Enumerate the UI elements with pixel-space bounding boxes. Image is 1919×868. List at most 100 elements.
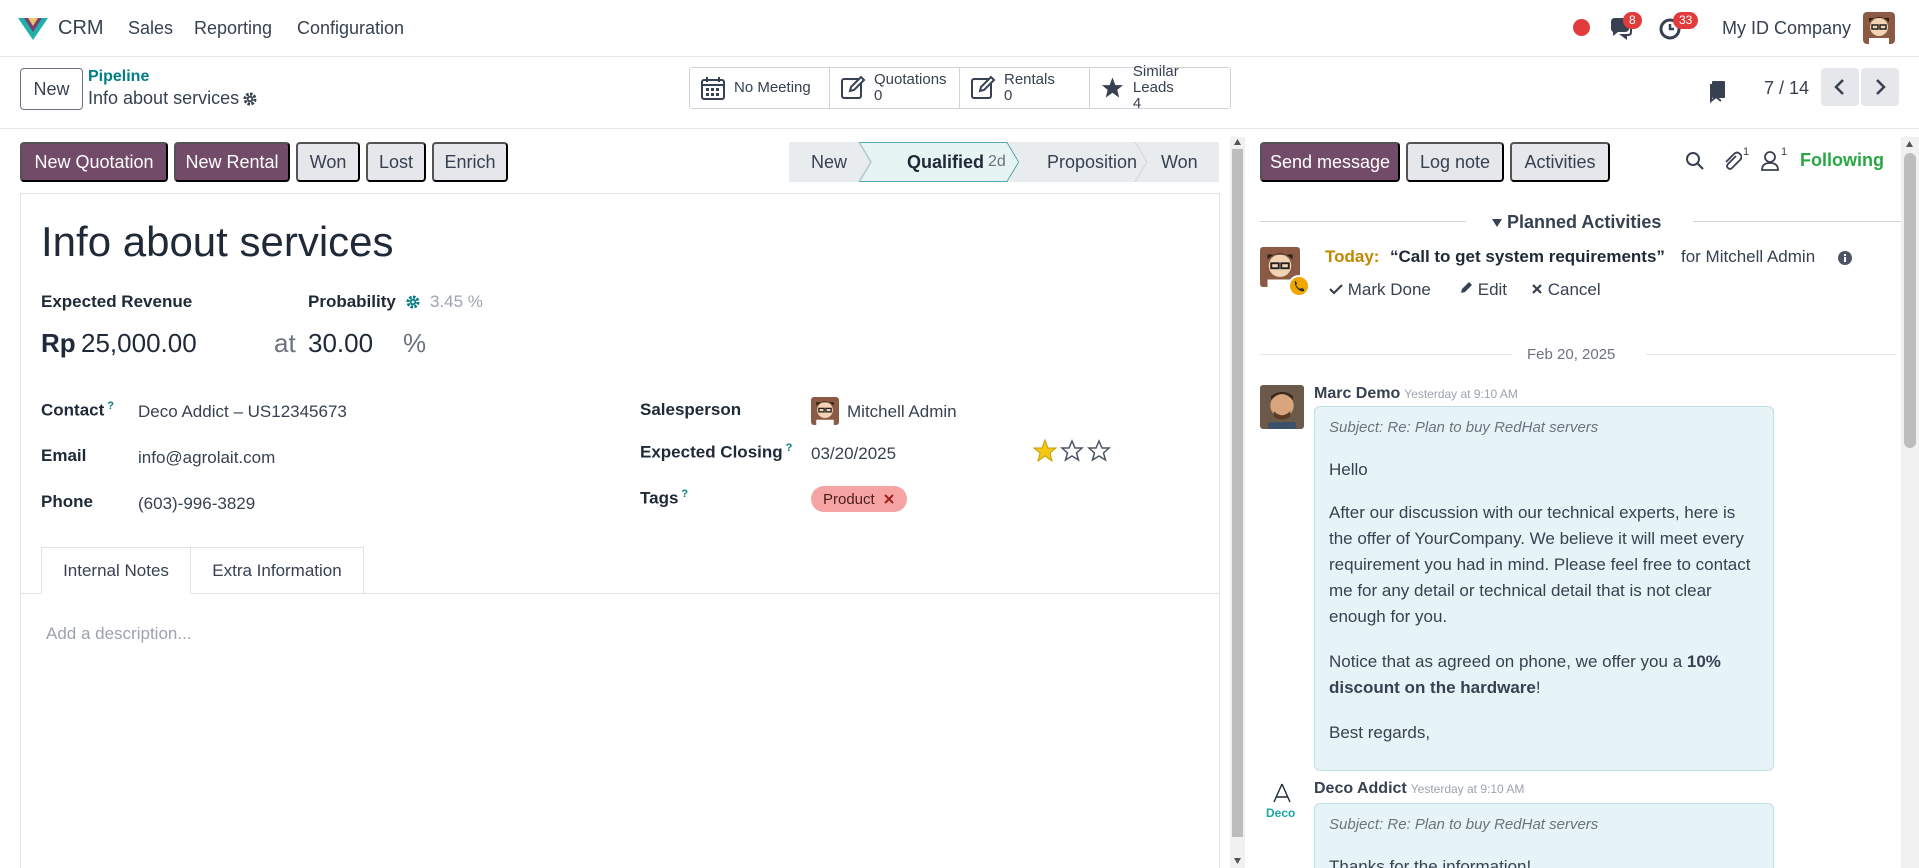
message-bubble: Subject: Re: Plan to buy RedHat servers … (1314, 406, 1774, 771)
quotations-label: Quotations (874, 71, 947, 88)
mark-done-button[interactable]: Mark Done (1329, 280, 1431, 300)
salesperson-field[interactable]: Mitchell Admin (847, 402, 957, 422)
crm-logo-icon[interactable] (16, 14, 50, 42)
email-label: Email (41, 446, 87, 465)
no-meeting-label: No Meeting (734, 79, 811, 96)
new-quotation-button[interactable]: New Quotation (20, 142, 168, 182)
lead-name-field[interactable]: Info about services (41, 218, 394, 266)
menu-configuration[interactable]: Configuration (297, 18, 404, 39)
quotations-count: 0 (874, 87, 883, 104)
rentals-button[interactable]: Rentals 0 (960, 68, 1090, 108)
description-editor[interactable]: Add a description... (46, 624, 192, 644)
info-icon[interactable] (1837, 250, 1853, 266)
stage-won[interactable]: Won (1161, 142, 1198, 182)
expected-revenue-label: Expected Revenue (41, 292, 193, 311)
email-field[interactable]: info@agrolait.com (138, 448, 275, 468)
new-record-button[interactable]: New (20, 68, 83, 110)
message-time: Yesterday at 9:10 AM (1410, 782, 1525, 796)
chatter-scrollbar[interactable] (1901, 137, 1919, 868)
help-icon[interactable]: ? (681, 488, 688, 500)
message-author[interactable]: Deco Addict Yesterday at 9:10 AM (1314, 780, 1524, 798)
probability-field[interactable]: 30.00 (308, 328, 373, 359)
marc-demo-avatar[interactable] (1260, 385, 1304, 429)
scroll-up-icon[interactable] (1905, 140, 1914, 148)
user-avatar[interactable] (1863, 12, 1895, 44)
app-name[interactable]: CRM (58, 17, 104, 40)
followers-icon[interactable] (1760, 150, 1780, 172)
quotations-button[interactable]: Quotations 0 (830, 68, 960, 108)
following-button[interactable]: Following (1800, 150, 1884, 171)
activities-button[interactable]: Activities (1510, 142, 1610, 182)
message-text: Best regards, (1329, 723, 1431, 742)
date-separator: Feb 20, 2025 (1527, 346, 1616, 363)
bookmark-icon[interactable] (1708, 79, 1728, 103)
activity-summary: “Call to get system requirements” (1390, 247, 1665, 266)
stage-qualified[interactable]: Qualified (907, 142, 984, 182)
divider (1260, 354, 1512, 355)
menu-reporting[interactable]: Reporting (194, 18, 272, 39)
chevron-right-icon (1876, 79, 1886, 95)
salesperson-avatar (811, 397, 839, 425)
top-navbar: CRM Sales Reporting Configuration 8 33 M… (0, 0, 1919, 57)
planned-activities-title[interactable]: Planned Activities (1507, 212, 1661, 233)
help-icon[interactable]: ? (107, 400, 114, 412)
messages-badge: 8 (1623, 12, 1642, 29)
activity-due: Today: (1325, 247, 1380, 266)
contact-field[interactable]: Deco Addict – US12345673 (138, 402, 347, 422)
pager-value[interactable]: 7 / 14 (1764, 78, 1809, 99)
won-button[interactable]: Won (296, 142, 360, 182)
deco-addict-avatar[interactable]: Deco (1260, 782, 1304, 826)
edit-activity-button[interactable]: Edit (1459, 280, 1507, 300)
phone-field[interactable]: (603)-996-3829 (138, 494, 255, 514)
tab-extra-information[interactable]: Extra Information (190, 547, 364, 594)
rentals-label: Rentals (1004, 71, 1055, 88)
menu-sales[interactable]: Sales (128, 18, 173, 39)
priority-star-1[interactable] (1032, 438, 1058, 463)
breadcrumb-pipeline[interactable]: Pipeline (88, 68, 149, 86)
expected-closing-label: Expected Closing? (640, 442, 793, 462)
percent-label: % (403, 328, 427, 358)
search-icon[interactable] (1685, 151, 1705, 171)
new-rental-button[interactable]: New Rental (174, 142, 290, 182)
message-text: After our discussion with our technical … (1329, 503, 1751, 626)
help-icon[interactable]: ? (786, 442, 793, 454)
tag-product[interactable]: Product (811, 486, 907, 512)
scroll-up-icon[interactable] (1233, 138, 1242, 146)
log-note-button[interactable]: Log note (1406, 142, 1504, 182)
gear-icon[interactable] (242, 91, 258, 107)
no-meeting-button[interactable]: No Meeting (690, 68, 830, 108)
message-subject: Subject: Re: Plan to buy RedHat servers (1329, 419, 1599, 436)
expected-closing-field[interactable]: 03/20/2025 (811, 444, 896, 464)
pager-next-button[interactable] (1861, 68, 1899, 106)
stage-proposition[interactable]: Proposition (1047, 142, 1137, 182)
form-scrollbar[interactable] (1230, 137, 1245, 868)
pager-previous-button[interactable] (1821, 68, 1859, 106)
lost-button[interactable]: Lost (366, 142, 426, 182)
gear-icon[interactable] (405, 294, 421, 310)
activities-badge: 33 (1673, 12, 1699, 29)
message-time: Yesterday at 9:10 AM (1404, 387, 1518, 401)
status-dot-icon[interactable] (1573, 19, 1590, 36)
expected-revenue-field[interactable]: 25,000.00 (81, 328, 197, 359)
tab-internal-notes[interactable]: Internal Notes (41, 547, 191, 594)
caret-down-icon[interactable] (1491, 218, 1503, 228)
salesperson-label: Salesperson (640, 400, 742, 419)
rentals-count: 0 (1004, 87, 1013, 104)
similar-leads-button[interactable]: Similar Leads 4 (1090, 64, 1230, 112)
enrich-button[interactable]: Enrich (432, 142, 508, 182)
scroll-down-icon[interactable] (1233, 857, 1242, 865)
close-icon[interactable] (883, 493, 895, 505)
control-panel: New Pipeline Info about services No Meet… (0, 57, 1919, 129)
cancel-activity-button[interactable]: Cancel (1531, 280, 1601, 300)
company-switcher[interactable]: My ID Company (1722, 18, 1851, 39)
stage-new[interactable]: New (811, 142, 847, 182)
form-sheet: Info about services Expected Revenue Pro… (20, 193, 1220, 868)
followers-count: 1 (1781, 146, 1788, 158)
priority-star-3[interactable] (1087, 439, 1111, 462)
paperclip-icon[interactable] (1722, 150, 1742, 172)
message-author[interactable]: Marc Demo Yesterday at 9:10 AM (1314, 385, 1518, 403)
phone-label: Phone (41, 492, 93, 511)
send-message-button[interactable]: Send message (1260, 142, 1400, 182)
currency-symbol: Rp (41, 328, 76, 358)
priority-star-2[interactable] (1060, 439, 1084, 462)
